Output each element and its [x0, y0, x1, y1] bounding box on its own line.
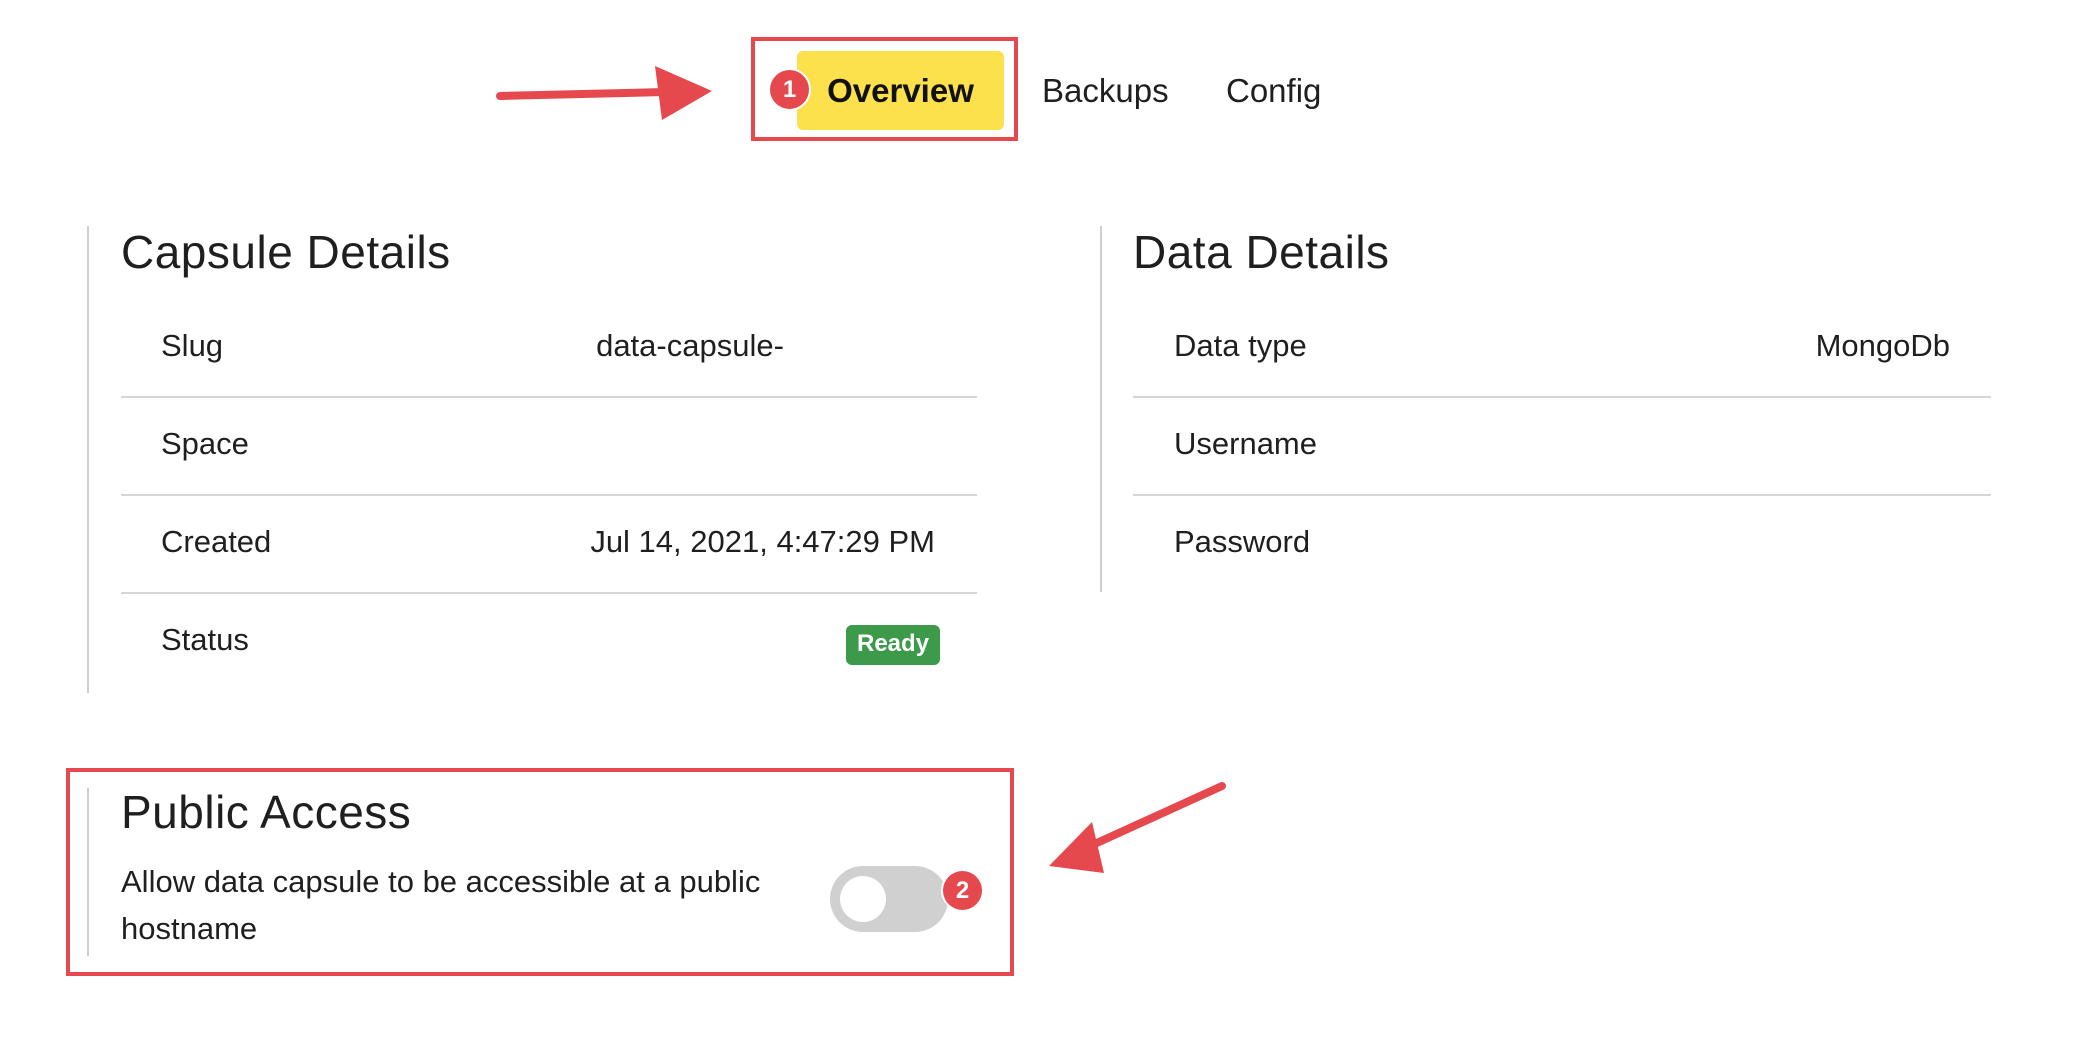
data-details-divider [1100, 226, 1102, 592]
data-type-value: MongoDb [1815, 328, 1950, 363]
username-label: Username [1174, 426, 1317, 461]
annotation-marker-2: 2 [943, 871, 982, 910]
public-access-description: Allow data capsule to be accessible at a… [121, 858, 821, 952]
data-row-divider [1133, 494, 1991, 496]
capsule-row-divider [121, 396, 977, 398]
capsule-row-divider [121, 592, 977, 594]
capsule-slug-label: Slug [161, 328, 224, 363]
toggle-knob [840, 876, 886, 922]
capsule-space-label: Space [161, 426, 249, 461]
data-type-label: Data type [1174, 328, 1307, 363]
data-details-title: Data Details [1133, 226, 1390, 278]
public-access-divider [87, 788, 89, 956]
capsule-slug-value: data-capsule- [596, 328, 784, 363]
data-row-divider [1133, 396, 1991, 398]
capsule-created-value: Jul 14, 2021, 4:47:29 PM [590, 524, 935, 559]
public-access-description-line: hostname [121, 911, 258, 946]
capsule-details-title: Capsule Details [121, 226, 451, 278]
arrow-to-toggle-icon [1049, 782, 1226, 873]
password-label: Password [1174, 524, 1311, 559]
status-badge: Ready [846, 625, 941, 665]
public-access-description-line: Allow data capsule to be accessible at a… [121, 864, 761, 899]
arrow-to-overview-icon [496, 66, 712, 120]
capsule-row-divider [121, 494, 977, 496]
capsule-created-label: Created [161, 524, 272, 559]
capsule-details-divider [87, 226, 89, 693]
public-access-title: Public Access [121, 786, 412, 838]
capsule-status-label: Status [161, 622, 249, 657]
